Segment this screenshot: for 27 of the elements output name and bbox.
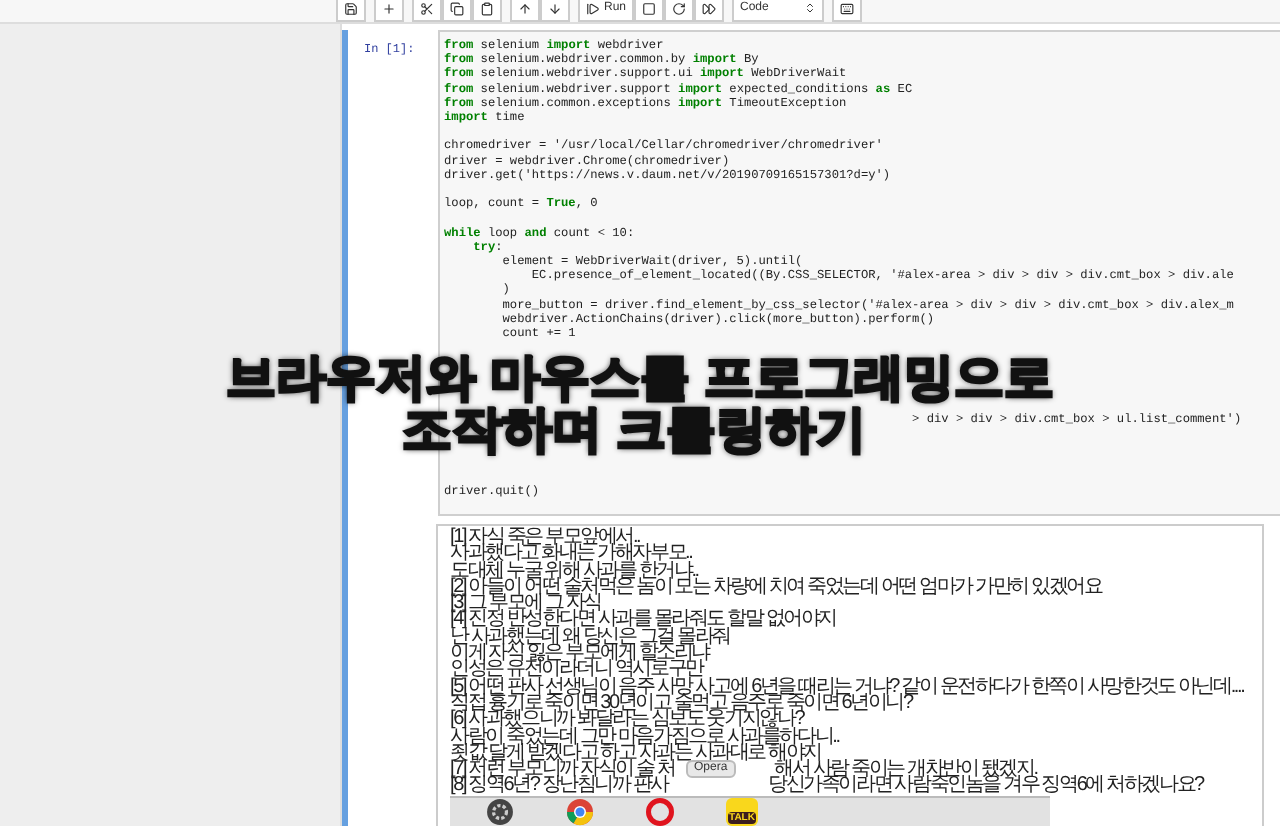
output-line: 사과했다고 화내는 가해자부모.. [450, 546, 692, 564]
copy-icon[interactable] [442, 0, 472, 22]
output-line: 도대체 누굴 위해 사과를 한거냐.. [450, 563, 698, 580]
output-line: 해서 사람 죽이는 개차반이 됐겠지. [774, 762, 1037, 779]
output-line: [5] 어떤 판사 선생님이 음주 사망 사고에 6년을 때리는 거냐? 같이 운전하다가 한쪽이 사망한것도 아닌데.... [450, 679, 1244, 696]
step-forward-icon [586, 1, 600, 15]
output-line: 인성은 유전이라더니 역시로구만 [450, 662, 703, 680]
output-line: [8] 징역6년? 장난침니까 판사 [450, 778, 668, 796]
browser-logo-icon[interactable] [566, 798, 594, 826]
cut-icon[interactable] [412, 0, 442, 22]
paste-icon[interactable] [472, 0, 502, 22]
stop-icon[interactable] [634, 0, 665, 22]
move-up-icon[interactable] [510, 0, 540, 22]
restart-icon[interactable] [664, 0, 695, 22]
save-icon[interactable] [336, 0, 366, 22]
ring-logo-icon[interactable] [646, 798, 674, 826]
output-line: [7] 저런 부모니까 자식이 술 처 [450, 762, 675, 779]
output-line: [2] 아들이 어떤 술처먹은 놈이 모는 차량에 치여 죽었는데 어떤 엄마가 가만히 있겠어요 [450, 579, 1102, 597]
fast-forward-icon[interactable] [694, 0, 725, 22]
output-line: 당신가족이라면 사람죽인놈을 겨우 징역6에 처하겠나요? [767, 778, 1203, 796]
output-line: 사람이 죽었는데 그만 마음가짐으로 사과를하다니.. [450, 729, 839, 746]
output-line: 이게 자식 잃은 부모에게 할소리냐 [450, 646, 710, 663]
caption-title: 조작하며 크롤링하기 [402, 404, 866, 456]
output-line: [4] 진정 반성한다면 사과를 몰라줘도 할말 없어야지 [450, 612, 836, 630]
output-line: [6] 사과했으니까 봐달라는 심보도 웃기지않나? [450, 712, 804, 730]
keyboard-icon[interactable] [832, 0, 863, 22]
move-down-icon[interactable] [540, 0, 570, 22]
